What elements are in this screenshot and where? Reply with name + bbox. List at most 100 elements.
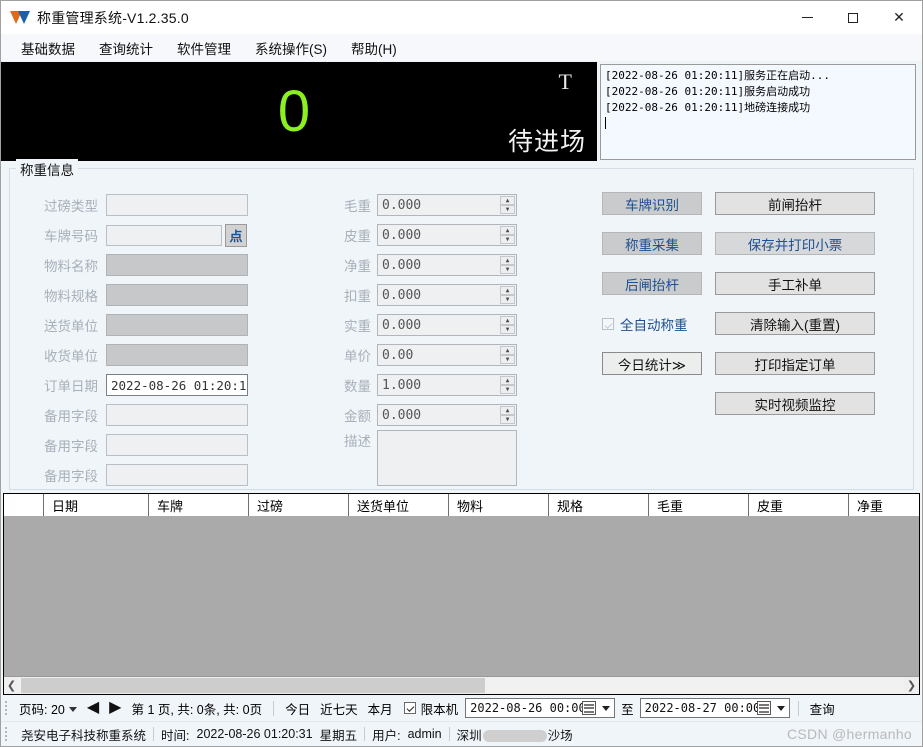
filter-last7days-button[interactable]: 近七天 (315, 699, 363, 718)
field-row-weigh-type: 过磅类型 (20, 190, 305, 220)
field-row-deduct-weight: 扣重 0.000 ▲ ▼ (337, 280, 572, 310)
stepper-up-icon: ▲ (500, 226, 515, 235)
save-and-print-ticket-button[interactable]: 保存并打印小票 (715, 232, 875, 255)
today-statistics-button[interactable]: 今日统计≫ (602, 352, 702, 375)
weigh-type-select[interactable] (106, 194, 248, 216)
field-row-amount: 金额 0.000 ▲ ▼ (337, 400, 572, 430)
menu-item-query-stats[interactable]: 查询统计 (87, 35, 165, 61)
stepper-arrows[interactable]: ▲ ▼ (500, 226, 515, 244)
grid-column-weighing[interactable]: 过磅 (249, 494, 349, 516)
label-material-name: 物料名称 (44, 259, 98, 274)
close-icon[interactable]: ✕ (876, 1, 922, 34)
date-to-picker[interactable]: 2022-08-27 00:00 (639, 698, 790, 718)
grid-column-gross[interactable]: 毛重 (649, 494, 749, 516)
filter-today-button[interactable]: 今日 (280, 699, 315, 718)
print-specified-order-button[interactable]: 打印指定订单 (715, 352, 875, 375)
label-material-spec: 物料规格 (44, 289, 98, 304)
field-row-plate-number: 车牌号码 点 (20, 220, 305, 250)
grid-column-date[interactable]: 日期 (44, 494, 149, 516)
tare-weight-value: 0.000 (382, 227, 422, 243)
plate-pick-button[interactable]: 点 (225, 223, 247, 247)
grid-column-material[interactable]: 物料 (449, 494, 549, 516)
spare-field-3-input[interactable] (106, 464, 248, 486)
stepper-arrows[interactable]: ▲ ▼ (500, 376, 515, 394)
grid-column-spec[interactable]: 规格 (549, 494, 649, 516)
deduct-weight-value: 0.000 (382, 287, 422, 303)
label-amount: 金额 (344, 409, 371, 424)
scroll-thumb[interactable] (21, 678, 485, 693)
status-site-name: 深圳 沙场 (450, 725, 580, 744)
redacted-text (482, 729, 547, 742)
actual-weight-stepper[interactable]: 0.000 ▲ ▼ (377, 314, 517, 336)
menu-item-help[interactable]: 帮助(H) (339, 35, 409, 61)
stepper-down-icon: ▼ (500, 385, 515, 394)
grid-column-plate[interactable]: 车牌 (149, 494, 249, 516)
status-site-suffix: 沙场 (547, 728, 573, 743)
grid-column-net[interactable]: 净重 (849, 494, 919, 516)
prev-page-button[interactable]: ◀ (82, 700, 104, 716)
label-unit-price: 单价 (344, 349, 371, 364)
scroll-track[interactable] (19, 678, 904, 693)
grid-column-select[interactable] (4, 494, 44, 516)
limit-local-checkbox[interactable] (403, 702, 416, 714)
stepper-arrows[interactable]: ▲ ▼ (500, 406, 515, 424)
quantity-stepper[interactable]: 1.000 ▲ ▼ (377, 374, 517, 396)
menu-item-system-ops[interactable]: 系统操作(S) (243, 35, 339, 61)
auto-weigh-checkbox[interactable] (602, 317, 614, 330)
front-gate-lift-button[interactable]: 前闸抬杆 (715, 192, 875, 215)
next-page-button[interactable]: ▶ (104, 700, 126, 716)
manual-supplement-order-button[interactable]: 手工补单 (715, 272, 875, 295)
live-video-monitor-button[interactable]: 实时视频监控 (715, 392, 875, 415)
clear-input-reset-button[interactable]: 清除输入(重置) (715, 312, 875, 335)
status-weekday: 星期五 (319, 728, 358, 743)
scroll-right-icon[interactable]: ❯ (904, 679, 919, 692)
menu-item-software-mgmt[interactable]: 软件管理 (165, 35, 243, 61)
receiving-unit-select[interactable] (106, 344, 248, 366)
grid-horizontal-scrollbar[interactable]: ❮ ❯ (4, 676, 919, 694)
stepper-up-icon: ▲ (500, 406, 515, 415)
grid-body (4, 516, 919, 676)
rear-gate-lift-button[interactable]: 后闸抬杆 (602, 272, 702, 295)
weight-display-panel: T 0 待进场 (1, 62, 597, 161)
stepper-arrows[interactable]: ▲ ▼ (500, 256, 515, 274)
spare-field-1-input[interactable] (106, 404, 248, 426)
query-button[interactable]: 查询 (805, 699, 840, 718)
menu-item-basic-data[interactable]: 基础数据 (9, 35, 87, 61)
date-from-picker[interactable]: 2022-08-26 00:00 (465, 698, 616, 718)
log-line: [2022-08-26 01:20:11]服务正在启动... (605, 69, 830, 82)
stepper-up-icon: ▲ (500, 376, 515, 385)
filter-this-month-button[interactable]: 本月 (363, 699, 398, 718)
net-weight-stepper[interactable]: 0.000 ▲ ▼ (377, 254, 517, 276)
page-size-selector[interactable]: 页码: 20 (14, 699, 82, 718)
maximize-button[interactable] (830, 1, 876, 34)
chevron-down-icon (602, 706, 611, 711)
label-actual-weight: 实重 (344, 319, 371, 334)
grid-column-tare[interactable]: 皮重 (749, 494, 849, 516)
gross-weight-stepper[interactable]: 0.000 ▲ ▼ (377, 194, 517, 216)
plate-number-input[interactable] (106, 224, 222, 246)
delivery-unit-select[interactable] (106, 314, 248, 336)
scroll-left-icon[interactable]: ❮ (4, 679, 19, 692)
stepper-arrows[interactable]: ▲ ▼ (500, 196, 515, 214)
unit-price-stepper[interactable]: 0.00 ▲ ▼ (377, 344, 517, 366)
amount-stepper[interactable]: 0.000 ▲ ▼ (377, 404, 517, 426)
description-textarea[interactable] (377, 430, 517, 486)
stepper-arrows[interactable]: ▲ ▼ (500, 346, 515, 364)
service-log-panel[interactable]: [2022-08-26 01:20:11]服务正在启动... [2022-08-… (600, 64, 916, 160)
grid-column-delivery-unit[interactable]: 送货单位 (349, 494, 449, 516)
tare-weight-stepper[interactable]: 0.000 ▲ ▼ (377, 224, 517, 246)
deduct-weight-stepper[interactable]: 0.000 ▲ ▼ (377, 284, 517, 306)
label-spare-field-1: 备用字段 (44, 409, 98, 424)
material-spec-select[interactable] (106, 284, 248, 306)
spare-field-2-input[interactable] (106, 434, 248, 456)
stepper-down-icon: ▼ (500, 325, 515, 334)
minimize-button[interactable] (784, 1, 830, 34)
pagination-toolbar: 页码: 20 ◀ ▶ 第 1 页, 共: 0条, 共: 0页 今日 近七天 本月… (1, 695, 922, 721)
material-name-select[interactable] (106, 254, 248, 276)
plate-recognition-button[interactable]: 车牌识别 (602, 192, 702, 215)
weight-capture-button[interactable]: 称重采集 (602, 232, 702, 255)
auto-weigh-checkbox-row[interactable]: 全自动称重 (602, 312, 702, 335)
stepper-arrows[interactable]: ▲ ▼ (500, 286, 515, 304)
order-date-picker[interactable]: 2022-08-26 01:20:1 (106, 374, 248, 396)
stepper-arrows[interactable]: ▲ ▼ (500, 316, 515, 334)
